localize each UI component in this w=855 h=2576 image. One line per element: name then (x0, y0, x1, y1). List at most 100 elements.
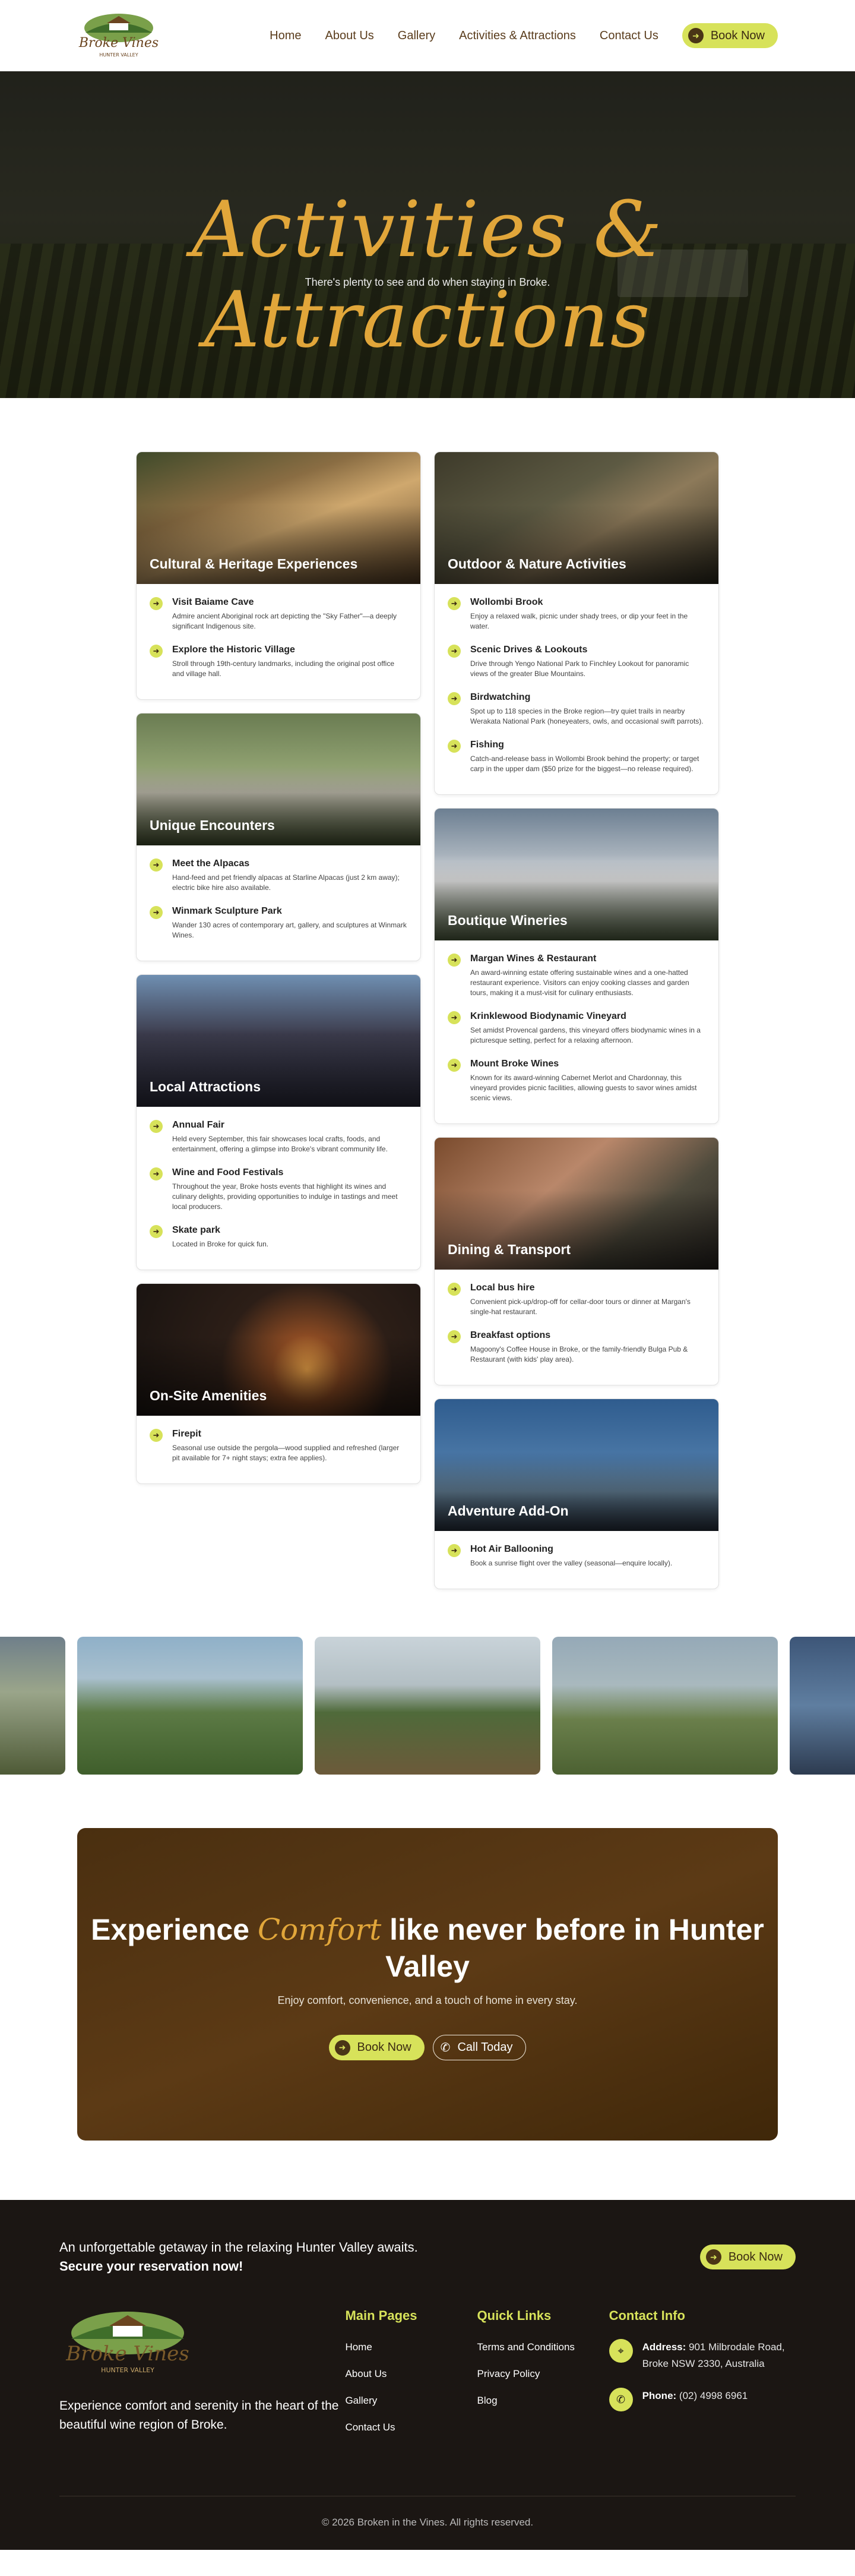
footer-link-terms[interactable]: Terms and Conditions (477, 2341, 609, 2353)
card-title: Outdoor & Nature Activities (448, 556, 626, 572)
svg-text:HUNTER VALLEY: HUNTER VALLEY (101, 2366, 154, 2374)
cards-column-right: Outdoor & Nature Activities ➜ Wollombi B… (434, 452, 719, 1589)
item-title: Scenic Drives & Lookouts (470, 645, 588, 655)
item-desc: Seasonal use outside the pergola—wood su… (172, 1444, 400, 1462)
card-title: Cultural & Heritage Experiences (150, 556, 358, 572)
item-title: Mount Broke Wines (470, 1059, 559, 1069)
logo-icon: Broke Vines HUNTER VALLEY (78, 14, 159, 58)
call-today-button[interactable]: ✆ Call Today (432, 2035, 527, 2060)
card-image: Local Attractions (137, 975, 420, 1107)
nav-contact[interactable]: Contact Us (600, 29, 658, 43)
arrow-right-icon: ➜ (150, 858, 163, 872)
footer-book-button[interactable]: ➜ Book Now (699, 2244, 796, 2269)
arrow-right-icon: ➜ (150, 597, 163, 610)
footer-tagline: An unforgettable getaway in the relaxing… (59, 2238, 418, 2276)
cta-title-before: Experience (91, 1913, 258, 1946)
quick-links-title: Quick Links (477, 2308, 552, 2323)
gallery-image[interactable] (77, 1637, 303, 1775)
item-desc: Held every September, this fair showcase… (172, 1135, 388, 1153)
card-encounters: Unique Encounters ➜ Meet the Alpacas Han… (136, 713, 421, 961)
contact-title: Contact Info (609, 2308, 685, 2323)
arrow-right-icon: ➜ (150, 1120, 163, 1133)
cta-title-after: like never before in Hunter Valley (381, 1913, 764, 1983)
gallery-image[interactable] (790, 1637, 855, 1775)
nav-activities[interactable]: Activities & Attractions (459, 29, 576, 43)
arrow-right-icon: ➜ (448, 1283, 461, 1296)
card-body: ➜ Hot Air Ballooning Book a sunrise flig… (435, 1531, 718, 1589)
cta-book-label: Book Now (357, 2041, 411, 2054)
activities-grid: Cultural & Heritage Experiences ➜ Visit … (0, 398, 855, 1637)
card-wineries: Boutique Wineries ➜ Margan Wines & Resta… (434, 808, 719, 1124)
item-title: Wine and Food Festivals (172, 1167, 284, 1177)
item-title: Hot Air Ballooning (470, 1544, 553, 1554)
card-body: ➜ Firepit Seasonal use outside the pergo… (137, 1416, 420, 1483)
contact-phone[interactable]: ✆ Phone: (02) 4998 6961 (609, 2388, 796, 2411)
item-desc: Drive through Yengo National Park to Fin… (470, 659, 689, 678)
contact-address: ⌖ Address: 901 Milbrodale Road, Broke NS… (609, 2339, 796, 2372)
item-title: Visit Baiame Cave (172, 597, 254, 607)
list-item: ➜ Winmark Sculpture Park Wander 130 acre… (150, 906, 407, 940)
card-image: Boutique Wineries (435, 809, 718, 940)
footer-brand: Broke Vines HUNTER VALLEY Experience com… (59, 2308, 345, 2448)
cta-title-script: Comfort (257, 1912, 382, 1947)
phone-text: Phone: (02) 4998 6961 (642, 2388, 748, 2404)
item-desc: Set amidst Provencal gardens, this viney… (470, 1026, 701, 1044)
footer-link-blog[interactable]: Blog (477, 2395, 609, 2407)
list-item: ➜ Wollombi Brook Enjoy a relaxed walk, p… (448, 597, 705, 632)
footer-tagline-bold: Secure your reservation now! (59, 2259, 243, 2274)
item-title: Breakfast options (470, 1330, 551, 1340)
list-item: ➜ Skate park Located in Broke for quick … (150, 1225, 407, 1249)
list-item: ➜ Local bus hire Convenient pick-up/drop… (448, 1283, 705, 1317)
arrow-right-icon: ➜ (688, 28, 704, 43)
list-item: ➜ Fishing Catch-and-release bass in Woll… (448, 740, 705, 774)
nav-gallery[interactable]: Gallery (398, 29, 435, 43)
item-desc: Throughout the year, Broke hosts events … (172, 1182, 398, 1211)
nav-home[interactable]: Home (270, 29, 301, 43)
location-icon: ⌖ (609, 2339, 633, 2363)
arrow-right-icon: ➜ (150, 1225, 163, 1238)
photo-gallery-strip (0, 1637, 855, 1775)
list-item: ➜ Meet the Alpacas Hand-feed and pet fri… (150, 858, 407, 893)
card-title: Unique Encounters (150, 817, 275, 833)
address-label: Address: (642, 2341, 686, 2353)
logo[interactable]: Broke Vines HUNTER VALLEY (77, 9, 160, 62)
card-dining: Dining & Transport ➜ Local bus hire Conv… (434, 1137, 719, 1385)
footer-link-about[interactable]: About Us (345, 2368, 477, 2380)
card-image: On-Site Amenities (137, 1284, 420, 1416)
list-item: ➜ Mount Broke Wines Known for its award-… (448, 1059, 705, 1103)
copyright: © 2026 Broken in the Vines. All rights r… (59, 2496, 796, 2528)
phone-icon: ✆ (609, 2388, 633, 2411)
list-item: ➜ Scenic Drives & Lookouts Drive through… (448, 645, 705, 679)
cta-banner: Experience Comfort like never before in … (77, 1828, 778, 2141)
footer-link-home[interactable]: Home (345, 2341, 477, 2353)
arrow-right-icon: ➜ (334, 2040, 350, 2056)
item-title: Wollombi Brook (470, 597, 543, 607)
list-item: ➜ Breakfast options Magoony's Coffee Hou… (448, 1330, 705, 1365)
footer-link-contact[interactable]: Contact Us (345, 2422, 477, 2433)
footer-link-gallery[interactable]: Gallery (345, 2395, 477, 2407)
hero-subtitle: There's plenty to see and do when stayin… (305, 276, 550, 288)
card-body: ➜ Local bus hire Convenient pick-up/drop… (435, 1270, 718, 1385)
list-item: ➜ Margan Wines & Restaurant An award-win… (448, 954, 705, 998)
gallery-image[interactable] (552, 1637, 778, 1775)
cards-column-left: Cultural & Heritage Experiences ➜ Visit … (136, 452, 421, 1589)
gallery-image[interactable] (0, 1637, 65, 1775)
gallery-image[interactable] (315, 1637, 540, 1775)
list-item: ➜ Annual Fair Held every September, this… (150, 1120, 407, 1154)
item-title: Winmark Sculpture Park (172, 906, 282, 916)
card-image: Unique Encounters (137, 714, 420, 845)
list-item: ➜ Wine and Food Festivals Throughout the… (150, 1167, 407, 1212)
footer-quick-links: Quick Links Terms and Conditions Privacy… (477, 2308, 609, 2448)
card-image: Outdoor & Nature Activities (435, 452, 718, 584)
footer-link-privacy[interactable]: Privacy Policy (477, 2368, 609, 2380)
item-title: Birdwatching (470, 692, 531, 702)
item-title: Firepit (172, 1429, 201, 1439)
nav-book-button[interactable]: ➜ Book Now (682, 23, 778, 48)
hero: Activities & Attractions There's plenty … (0, 71, 855, 398)
list-item: ➜ Explore the Historic Village Stroll th… (150, 645, 407, 679)
footer-top: An unforgettable getaway in the relaxing… (59, 2238, 796, 2308)
cta-book-button[interactable]: ➜ Book Now (328, 2035, 425, 2060)
nav-about[interactable]: About Us (325, 29, 374, 43)
list-item: ➜ Krinklewood Biodynamic Vineyard Set am… (448, 1011, 705, 1046)
item-desc: Book a sunrise flight over the valley (s… (470, 1559, 673, 1567)
